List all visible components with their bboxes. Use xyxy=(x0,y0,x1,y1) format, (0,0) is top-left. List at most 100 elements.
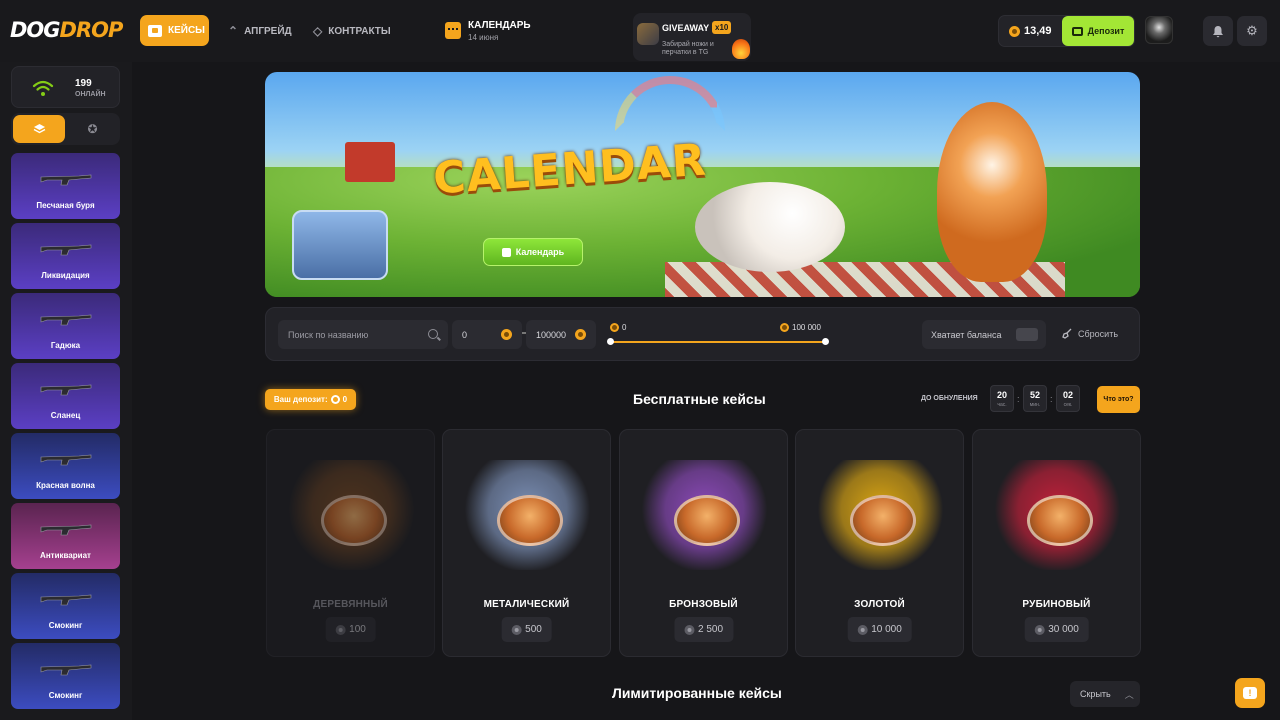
live-drop-card[interactable]: Гадюка xyxy=(11,293,120,359)
search-input[interactable] xyxy=(278,320,423,349)
weapon-icon xyxy=(40,244,92,256)
online-counter: 199 ОНЛАЙН xyxy=(11,66,120,108)
online-label: ОНЛАЙН xyxy=(75,91,106,98)
settings-button[interactable]: ⚙ xyxy=(1237,16,1267,46)
coin-icon xyxy=(780,323,789,332)
sidebar: 199 ОНЛАЙН ✪ Песчаная буря Ликвидация Гадю… xyxy=(0,62,132,720)
banner-calendar-label: Календарь xyxy=(515,247,565,257)
calendar-link[interactable]: КАЛЕНДАРЬ 14 июня xyxy=(445,20,531,42)
search-box xyxy=(278,320,448,349)
case-image xyxy=(995,460,1120,570)
free-case-card[interactable]: МЕТАЛИЧЕСКИЙ 500 xyxy=(442,429,611,657)
price-slider-track[interactable] xyxy=(610,341,826,343)
nav-upgrade-link[interactable]: ⌃ АПГРЕЙД xyxy=(228,24,292,38)
deposit-label: Депозит xyxy=(1087,26,1125,36)
timer-seconds: 02 сек. xyxy=(1056,385,1080,412)
weapon-icon xyxy=(40,524,92,536)
limited-cases-title: Лимитированные кейсы xyxy=(612,685,782,701)
weapon-icon xyxy=(40,454,92,466)
nav-contracts-link[interactable]: ◇ КОНТРАКТЫ xyxy=(313,24,391,38)
nav-cases-label: КЕЙСЫ xyxy=(168,25,205,36)
case-price-button[interactable]: 10 000 xyxy=(847,617,912,642)
price-max-field[interactable]: 100000 xyxy=(526,320,596,349)
logo[interactable]: DOGDROP xyxy=(10,18,123,42)
live-drop-name: Сланец xyxy=(50,411,81,420)
coin-icon xyxy=(335,624,346,635)
reset-filters-button[interactable]: Сбросить xyxy=(1062,328,1118,339)
case-name: МЕТАЛИЧЕСКИЙ xyxy=(483,599,570,610)
support-chat-button[interactable]: ! xyxy=(1235,678,1265,708)
toggle-switch[interactable] xyxy=(1016,328,1038,341)
tab-all-drops[interactable] xyxy=(13,115,65,143)
case-name: РУБИНОВЫЙ xyxy=(1022,599,1091,610)
wifi-icon xyxy=(32,80,54,96)
live-drop-card[interactable]: Смокинг xyxy=(11,643,120,709)
hide-label: Скрыть xyxy=(1080,689,1111,699)
case-image xyxy=(289,460,414,570)
calendar-icon xyxy=(445,22,461,39)
live-drop-name: Смокинг xyxy=(48,621,83,630)
slider-min-label: 0 xyxy=(610,323,626,332)
case-price: 100 xyxy=(349,624,366,635)
live-drop-card[interactable]: Красная волна xyxy=(11,433,120,499)
search-icon[interactable] xyxy=(428,329,438,339)
slider-max-label: 100 000 xyxy=(780,323,821,332)
banner-chest xyxy=(292,210,388,280)
hide-section-button[interactable]: Скрыть ︿ xyxy=(1070,681,1140,707)
case-image xyxy=(642,460,767,570)
weapon-icon xyxy=(40,384,92,396)
live-drop-card[interactable]: Антиквариат xyxy=(11,503,120,569)
avatar[interactable] xyxy=(1145,16,1173,44)
timer-minutes: 52 мин. xyxy=(1023,385,1047,412)
gear-icon: ⚙ xyxy=(1246,23,1258,38)
banner-calendar-button[interactable]: Календарь xyxy=(483,238,583,266)
case-price-button[interactable]: 500 xyxy=(501,617,552,642)
banner-barn xyxy=(345,142,395,182)
price-slider-max-handle[interactable] xyxy=(822,338,829,345)
price-min-field[interactable]: 0 xyxy=(452,320,522,349)
free-case-card[interactable]: РУБИНОВЫЙ 30 000 xyxy=(972,429,1141,657)
giveaway-text: Забирай ножи и перчатки в TG xyxy=(662,41,714,56)
calendar-banner[interactable]: CALENDAR Календарь xyxy=(265,72,1140,297)
live-drop-card[interactable]: Сланец xyxy=(11,363,120,429)
case-image xyxy=(818,460,943,570)
case-image xyxy=(465,460,590,570)
live-drop-name: Антиквариат xyxy=(40,551,91,560)
price-slider-min-handle[interactable] xyxy=(607,338,614,345)
header-bar: DOGDROP КЕЙСЫ ⌃ АПГРЕЙД ◇ КОНТРАКТЫ КАЛЕ… xyxy=(0,0,1280,62)
deposit-button[interactable]: Депозит xyxy=(1062,16,1134,46)
case-price-button[interactable]: 2 500 xyxy=(673,617,734,642)
chat-icon: ! xyxy=(1243,687,1257,699)
notifications-button[interactable] xyxy=(1203,16,1233,46)
free-case-card[interactable]: БРОНЗОВЫЙ 2 500 xyxy=(619,429,788,657)
calendar-title: КАЛЕНДАРЬ xyxy=(468,20,531,31)
coin-icon xyxy=(1009,25,1020,37)
live-drop-card[interactable]: Смокинг xyxy=(11,573,120,639)
your-deposit-badge: Ваш депозит: 0 xyxy=(265,389,356,410)
free-case-card[interactable]: ЗОЛОТОЙ 10 000 xyxy=(795,429,964,657)
live-drop-name: Ликвидация xyxy=(41,271,90,280)
case-price-button[interactable]: 100 xyxy=(325,617,376,642)
nav-contracts-label: КОНТРАКТЫ xyxy=(328,25,391,37)
online-count: 199 xyxy=(75,78,92,89)
coin-icon xyxy=(330,395,340,404)
case-price: 500 xyxy=(525,624,542,635)
tab-top-drops[interactable]: ✪ xyxy=(67,115,118,143)
live-drop-name: Красная волна xyxy=(36,481,95,490)
nav-upgrade-label: АПГРЕЙД xyxy=(244,25,292,37)
live-drop-card[interactable]: Песчаная буря xyxy=(11,153,120,219)
case-price-button[interactable]: 30 000 xyxy=(1024,617,1089,642)
what-is-this-button[interactable]: Что это? xyxy=(1097,386,1140,413)
nav-cases-button[interactable]: КЕЙСЫ xyxy=(140,15,209,46)
giveaway-badge: x10 xyxy=(712,21,732,34)
free-case-card[interactable]: ДЕРЕВЯННЫЙ 100 xyxy=(266,429,435,657)
enough-balance-label: Хватает баланса xyxy=(931,329,1002,340)
balance-value: 13,49 xyxy=(1024,25,1052,37)
banner-dog-small xyxy=(695,182,845,272)
free-cases-title: Бесплатные кейсы xyxy=(633,391,766,407)
price-min-value: 0 xyxy=(462,329,468,340)
enough-balance-toggle[interactable]: Хватает баланса xyxy=(922,320,1046,349)
giveaway-banner[interactable]: GIVEAWAY x10 Забирай ножи и перчатки в T… xyxy=(633,13,751,61)
banner-dog-big xyxy=(937,102,1047,282)
live-drop-card[interactable]: Ликвидация xyxy=(11,223,120,289)
